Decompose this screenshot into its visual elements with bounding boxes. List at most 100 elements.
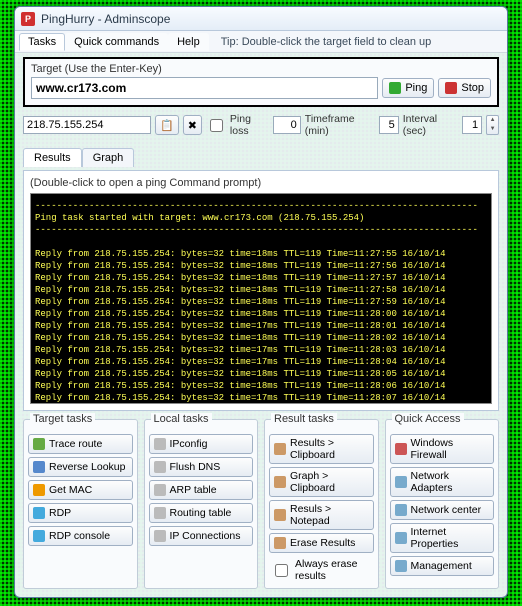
interval-value[interactable] [462, 116, 482, 134]
graph-clipboard-icon [274, 476, 286, 488]
menubar: Tasks Quick commands Help Tip: Double-cl… [15, 31, 507, 53]
btn-resuls-notepad[interactable]: Resuls > Notepad [269, 500, 374, 530]
routing-table-icon [154, 507, 166, 519]
stop-icon [445, 82, 457, 94]
btn-results-clipboard[interactable]: Results > Clipboard [269, 434, 374, 464]
flush-dns-icon [154, 461, 166, 473]
tab-results[interactable]: Results [23, 148, 82, 167]
ip-connections-icon [154, 530, 166, 542]
app-icon: P [21, 12, 35, 26]
btn-resuls-notepad-label: Resuls > Notepad [290, 503, 369, 527]
btn-arp-table[interactable]: ARP table [149, 480, 254, 500]
group-target-tasks: Target tasks Trace routeReverse LookupGe… [23, 419, 138, 589]
btn-flush-dns[interactable]: Flush DNS [149, 457, 254, 477]
menu-quick-commands[interactable]: Quick commands [65, 33, 168, 51]
timeframe-value[interactable] [379, 116, 399, 134]
btn-windows-firewall-label: Windows Firewall [411, 437, 490, 461]
stop-button-label: Stop [461, 82, 484, 94]
target-input[interactable] [31, 77, 378, 99]
app-window: P PingHurry - Adminscope Tasks Quick com… [14, 6, 508, 598]
content-area: Target (Use the Enter-Key) Ping Stop 📋 ✖… [15, 53, 507, 597]
interval-label: Interval (sec) [403, 113, 458, 137]
group-title-result: Result tasks [271, 413, 337, 425]
menu-help[interactable]: Help [168, 33, 209, 51]
btn-management-label: Management [411, 560, 472, 572]
clear-icon: ✖ [188, 119, 197, 132]
network-center-icon [395, 504, 407, 516]
ping-button-label: Ping [405, 82, 427, 94]
management-icon [395, 560, 407, 572]
get-mac-icon [33, 484, 45, 496]
group-title-target: Target tasks [30, 413, 95, 425]
timeframe-label: Timeframe (min) [305, 113, 375, 137]
group-title-quick: Quick Access [392, 413, 464, 425]
btn-network-adapters-label: Network Adapters [411, 470, 490, 494]
resuls-notepad-icon [274, 509, 286, 521]
btn-rdp-console[interactable]: RDP console [28, 526, 133, 546]
group-quick-access: Quick Access Windows FirewallNetwork Ada… [385, 419, 500, 589]
btn-network-center-label: Network center [411, 504, 482, 516]
ping-console[interactable]: ----------------------------------------… [30, 193, 492, 404]
btn-reverse-lookup-label: Reverse Lookup [49, 461, 125, 473]
stop-button[interactable]: Stop [438, 78, 491, 98]
menu-tasks[interactable]: Tasks [19, 33, 65, 51]
btn-windows-firewall[interactable]: Windows Firewall [390, 434, 495, 464]
btn-get-mac-label: Get MAC [49, 484, 92, 496]
play-icon [389, 82, 401, 94]
btn-ipconfig[interactable]: IPconfig [149, 434, 254, 454]
btn-get-mac[interactable]: Get MAC [28, 480, 133, 500]
tab-graph[interactable]: Graph [82, 148, 135, 167]
internet-properties-icon [395, 532, 407, 544]
always-erase-label: Always erase results [295, 558, 372, 582]
rdp-icon [33, 507, 45, 519]
group-local-tasks: Local tasks IPconfigFlush DNSARP tableRo… [144, 419, 259, 589]
btn-erase-results[interactable]: Erase Results [269, 533, 374, 553]
trace-route-icon [33, 438, 45, 450]
ipconfig-icon [154, 438, 166, 450]
network-adapters-icon [395, 476, 407, 488]
btn-results-clipboard-label: Results > Clipboard [290, 437, 369, 461]
menu-tip: Tip: Double-click the target field to cl… [221, 36, 432, 48]
btn-routing-table[interactable]: Routing table [149, 503, 254, 523]
titlebar[interactable]: P PingHurry - Adminscope [15, 7, 507, 31]
btn-flush-dns-label: Flush DNS [170, 461, 221, 473]
group-title-local: Local tasks [151, 413, 212, 425]
btn-ip-connections[interactable]: IP Connections [149, 526, 254, 546]
btn-network-center[interactable]: Network center [390, 500, 495, 520]
task-groups: Target tasks Trace routeReverse LookupGe… [23, 419, 499, 589]
btn-erase-results-label: Erase Results [290, 537, 355, 549]
target-panel: Target (Use the Enter-Key) Ping Stop [23, 57, 499, 107]
btn-rdp-label: RDP [49, 507, 71, 519]
target-label: Target (Use the Enter-Key) [31, 63, 491, 75]
copy-ip-button[interactable]: 📋 [155, 115, 179, 135]
btn-internet-properties[interactable]: Internet Properties [390, 523, 495, 553]
always-erase-checkbox[interactable] [275, 564, 288, 577]
window-title: PingHurry - Adminscope [41, 12, 170, 26]
btn-graph-clipboard-label: Graph > Clipboard [290, 470, 369, 494]
pingloss-checkbox[interactable] [210, 119, 223, 132]
group-result-tasks: Result tasks Results > ClipboardGraph > … [264, 419, 379, 589]
btn-management[interactable]: Management [390, 556, 495, 576]
btn-network-adapters[interactable]: Network Adapters [390, 467, 495, 497]
interval-spinner[interactable]: ▲▼ [486, 115, 499, 135]
btn-reverse-lookup[interactable]: Reverse Lookup [28, 457, 133, 477]
btn-rdp[interactable]: RDP [28, 503, 133, 523]
copy-icon: 📋 [160, 119, 174, 132]
arp-table-icon [154, 484, 166, 496]
results-frame: (Double-click to open a ping Command pro… [23, 170, 499, 411]
results-clipboard-icon [274, 443, 286, 455]
btn-trace-route-label: Trace route [49, 438, 102, 450]
results-hint: (Double-click to open a ping Command pro… [30, 177, 492, 189]
btn-arp-table-label: ARP table [170, 484, 217, 496]
btn-graph-clipboard[interactable]: Graph > Clipboard [269, 467, 374, 497]
erase-results-icon [274, 537, 286, 549]
resolved-ip[interactable] [23, 116, 151, 134]
clear-ip-button[interactable]: ✖ [183, 115, 202, 135]
pingloss-label: Ping loss [230, 113, 269, 137]
ping-button[interactable]: Ping [382, 78, 434, 98]
btn-ip-connections-label: IP Connections [170, 530, 241, 542]
btn-trace-route[interactable]: Trace route [28, 434, 133, 454]
pingloss-value[interactable] [273, 116, 301, 134]
btn-rdp-console-label: RDP console [49, 530, 110, 542]
host-row: 📋 ✖ Ping loss Timeframe (min) Interval (… [23, 111, 499, 139]
